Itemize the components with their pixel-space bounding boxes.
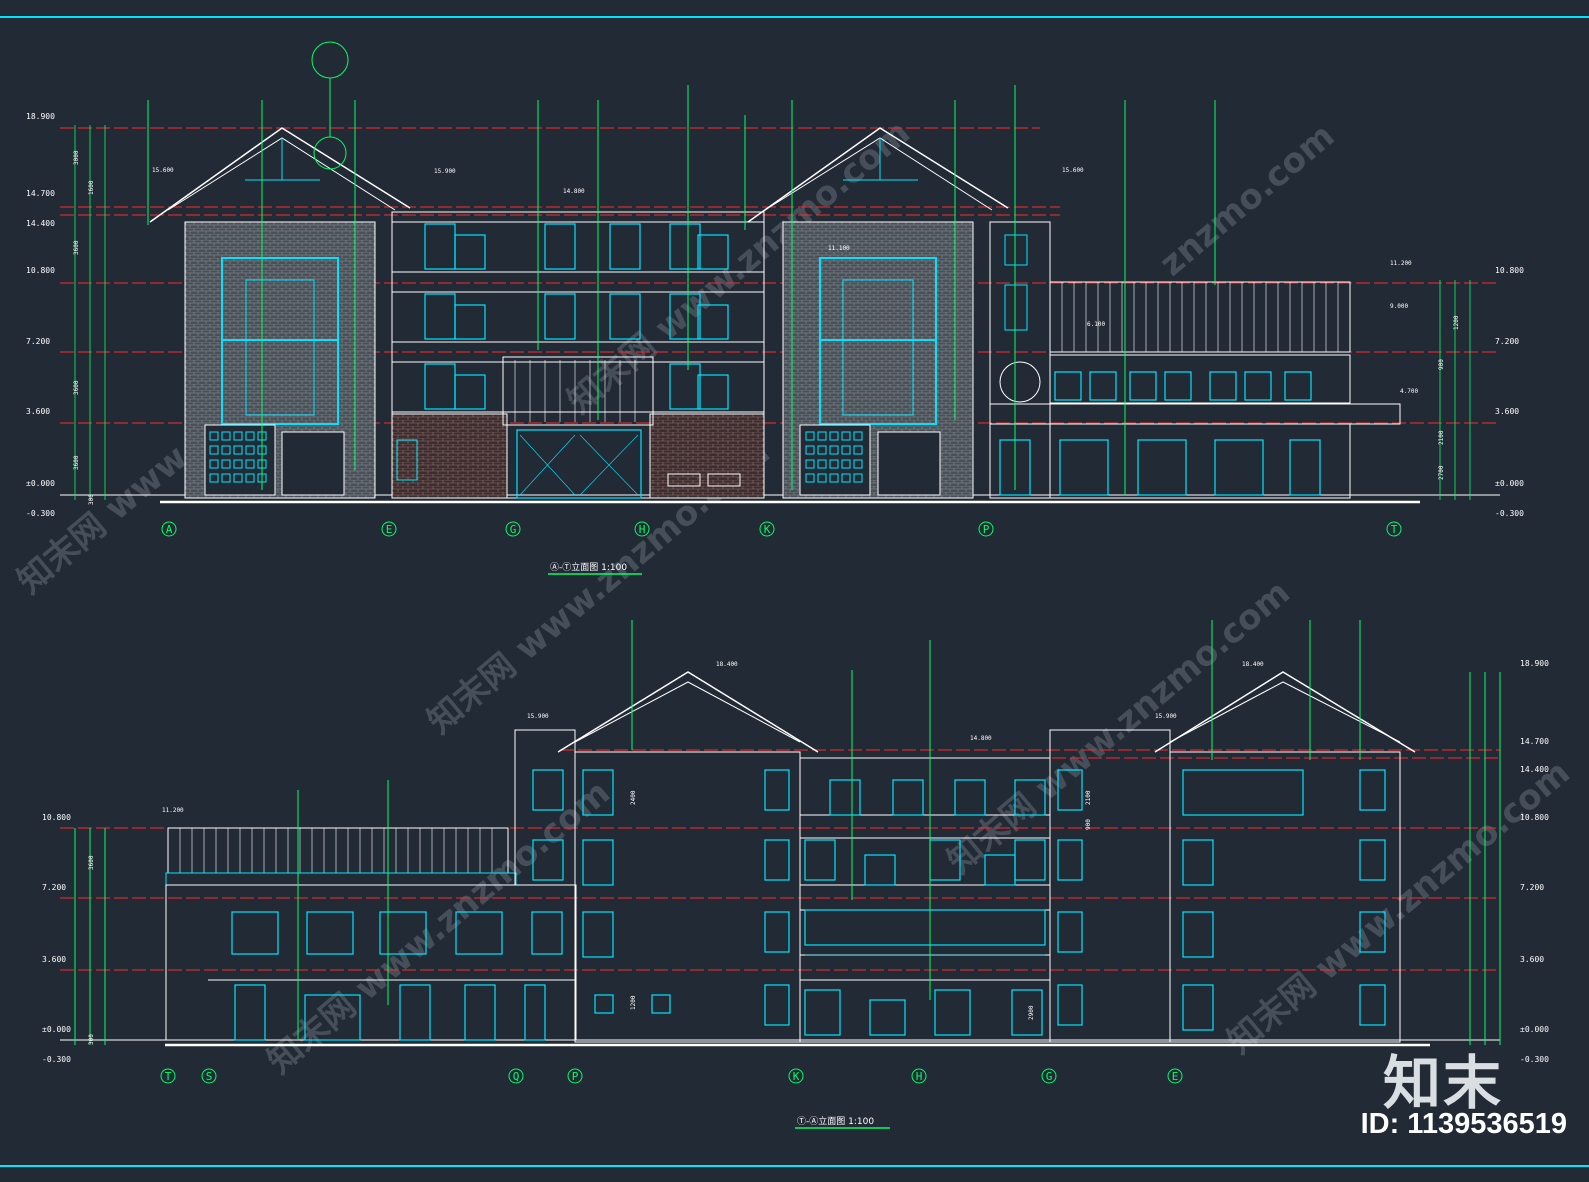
level-label: ±0.000	[1495, 479, 1524, 488]
level-label: -0.300	[42, 1055, 71, 1064]
dimension: 2700	[1438, 465, 1445, 480]
elevation-tag: 6.100	[1087, 321, 1105, 328]
elevation-tag: 11.200	[162, 807, 184, 814]
level-label: 3.600	[42, 955, 66, 964]
axis-label: A	[166, 523, 173, 536]
dimension: 3600	[73, 380, 80, 395]
axis-label: P	[572, 1070, 579, 1083]
elevation-tag: 14.800	[563, 188, 585, 195]
level-label: 10.800	[1495, 266, 1524, 275]
axis-label: P	[983, 523, 990, 536]
elevation-tag: 18.400	[716, 661, 738, 668]
dimension: 300	[88, 1034, 95, 1045]
top-elevation: A E G H K P T 18.900 14.700 14.400 10.80…	[26, 41, 1524, 575]
dimension: 2100	[1085, 790, 1092, 805]
axis-label: E	[386, 523, 393, 536]
level-label: 14.400	[1520, 765, 1549, 774]
elevation-tag: 15.600	[1062, 167, 1084, 174]
level-label: ±0.000	[26, 479, 55, 488]
dimension: 900	[1438, 359, 1445, 370]
axis-label: K	[793, 1070, 800, 1083]
elevation-tag: 9.000	[1390, 303, 1408, 310]
level-label: 3.600	[1520, 955, 1544, 964]
level-label: -0.300	[1520, 1055, 1549, 1064]
level-label: ±0.000	[1520, 1025, 1549, 1034]
elevation-tag: 15.600	[152, 167, 174, 174]
level-label: 14.700	[1520, 737, 1549, 746]
level-label: 10.800	[26, 266, 55, 275]
level-label: 18.900	[26, 112, 55, 121]
dimension: 3600	[73, 240, 80, 255]
level-label: 7.200	[1520, 883, 1544, 892]
dimension: 1200	[630, 995, 637, 1010]
axis-label: K	[764, 523, 771, 536]
elevation-tag: 18.400	[1242, 661, 1264, 668]
elevation-tag: 15.900	[434, 168, 456, 175]
dimension: 300	[88, 494, 95, 505]
level-label: 7.200	[26, 337, 50, 346]
axis-label: H	[916, 1070, 923, 1083]
dimension: 2400	[630, 790, 637, 805]
elevation-tag: 11.200	[1390, 260, 1412, 267]
dimension: 3600	[88, 855, 95, 870]
level-label: 14.400	[26, 219, 55, 228]
dimension: 1600	[88, 180, 95, 195]
level-label: 7.200	[1495, 337, 1519, 346]
level-label: 18.900	[1520, 659, 1549, 668]
axis-label: T	[1391, 523, 1398, 536]
bottom-elevation: T S Q P K H G E 10.800 7.200 3.600 ±0.00…	[42, 620, 1549, 1129]
level-label: ±0.000	[42, 1025, 71, 1034]
level-label: 14.700	[26, 189, 55, 198]
elevation-tag: 4.700	[1400, 388, 1418, 395]
axis-label: E	[1172, 1070, 1179, 1083]
dimension: 3000	[73, 150, 80, 165]
dimension: 2900	[1028, 1005, 1035, 1020]
level-label: 10.800	[42, 813, 71, 822]
axis-label: T	[165, 1070, 172, 1083]
level-label: 10.800	[1520, 813, 1549, 822]
elevation-tag: 15.900	[527, 713, 549, 720]
dimension: 1200	[1453, 315, 1460, 330]
drawing-title: Ⓣ-Ⓐ立面图 1:100	[797, 1115, 874, 1127]
level-label: -0.300	[1495, 509, 1524, 518]
drawing-title: Ⓐ-Ⓣ立面图 1:100	[550, 561, 627, 573]
elevation-tag: 11.100	[828, 245, 850, 252]
elevation-tag: 15.900	[1155, 713, 1177, 720]
elevation-tag: 14.800	[970, 735, 992, 742]
axis-label: G	[510, 523, 517, 536]
level-label: 7.200	[42, 883, 66, 892]
level-label: 3.600	[1495, 407, 1519, 416]
axis-label: H	[639, 523, 646, 536]
cad-drawing-canvas: A E G H K P T 18.900 14.700 14.400 10.80…	[0, 16, 1589, 1167]
axis-label: G	[1046, 1070, 1053, 1083]
axis-label: Q	[513, 1070, 520, 1083]
level-label: 3.600	[26, 407, 50, 416]
level-label: -0.300	[26, 509, 55, 518]
dimension: 900	[1085, 819, 1092, 830]
resource-id: ID: 1139536519	[1360, 1108, 1567, 1140]
dimension: 3600	[73, 455, 80, 470]
axis-label: S	[206, 1070, 213, 1083]
dimension: 2100	[1438, 430, 1445, 445]
